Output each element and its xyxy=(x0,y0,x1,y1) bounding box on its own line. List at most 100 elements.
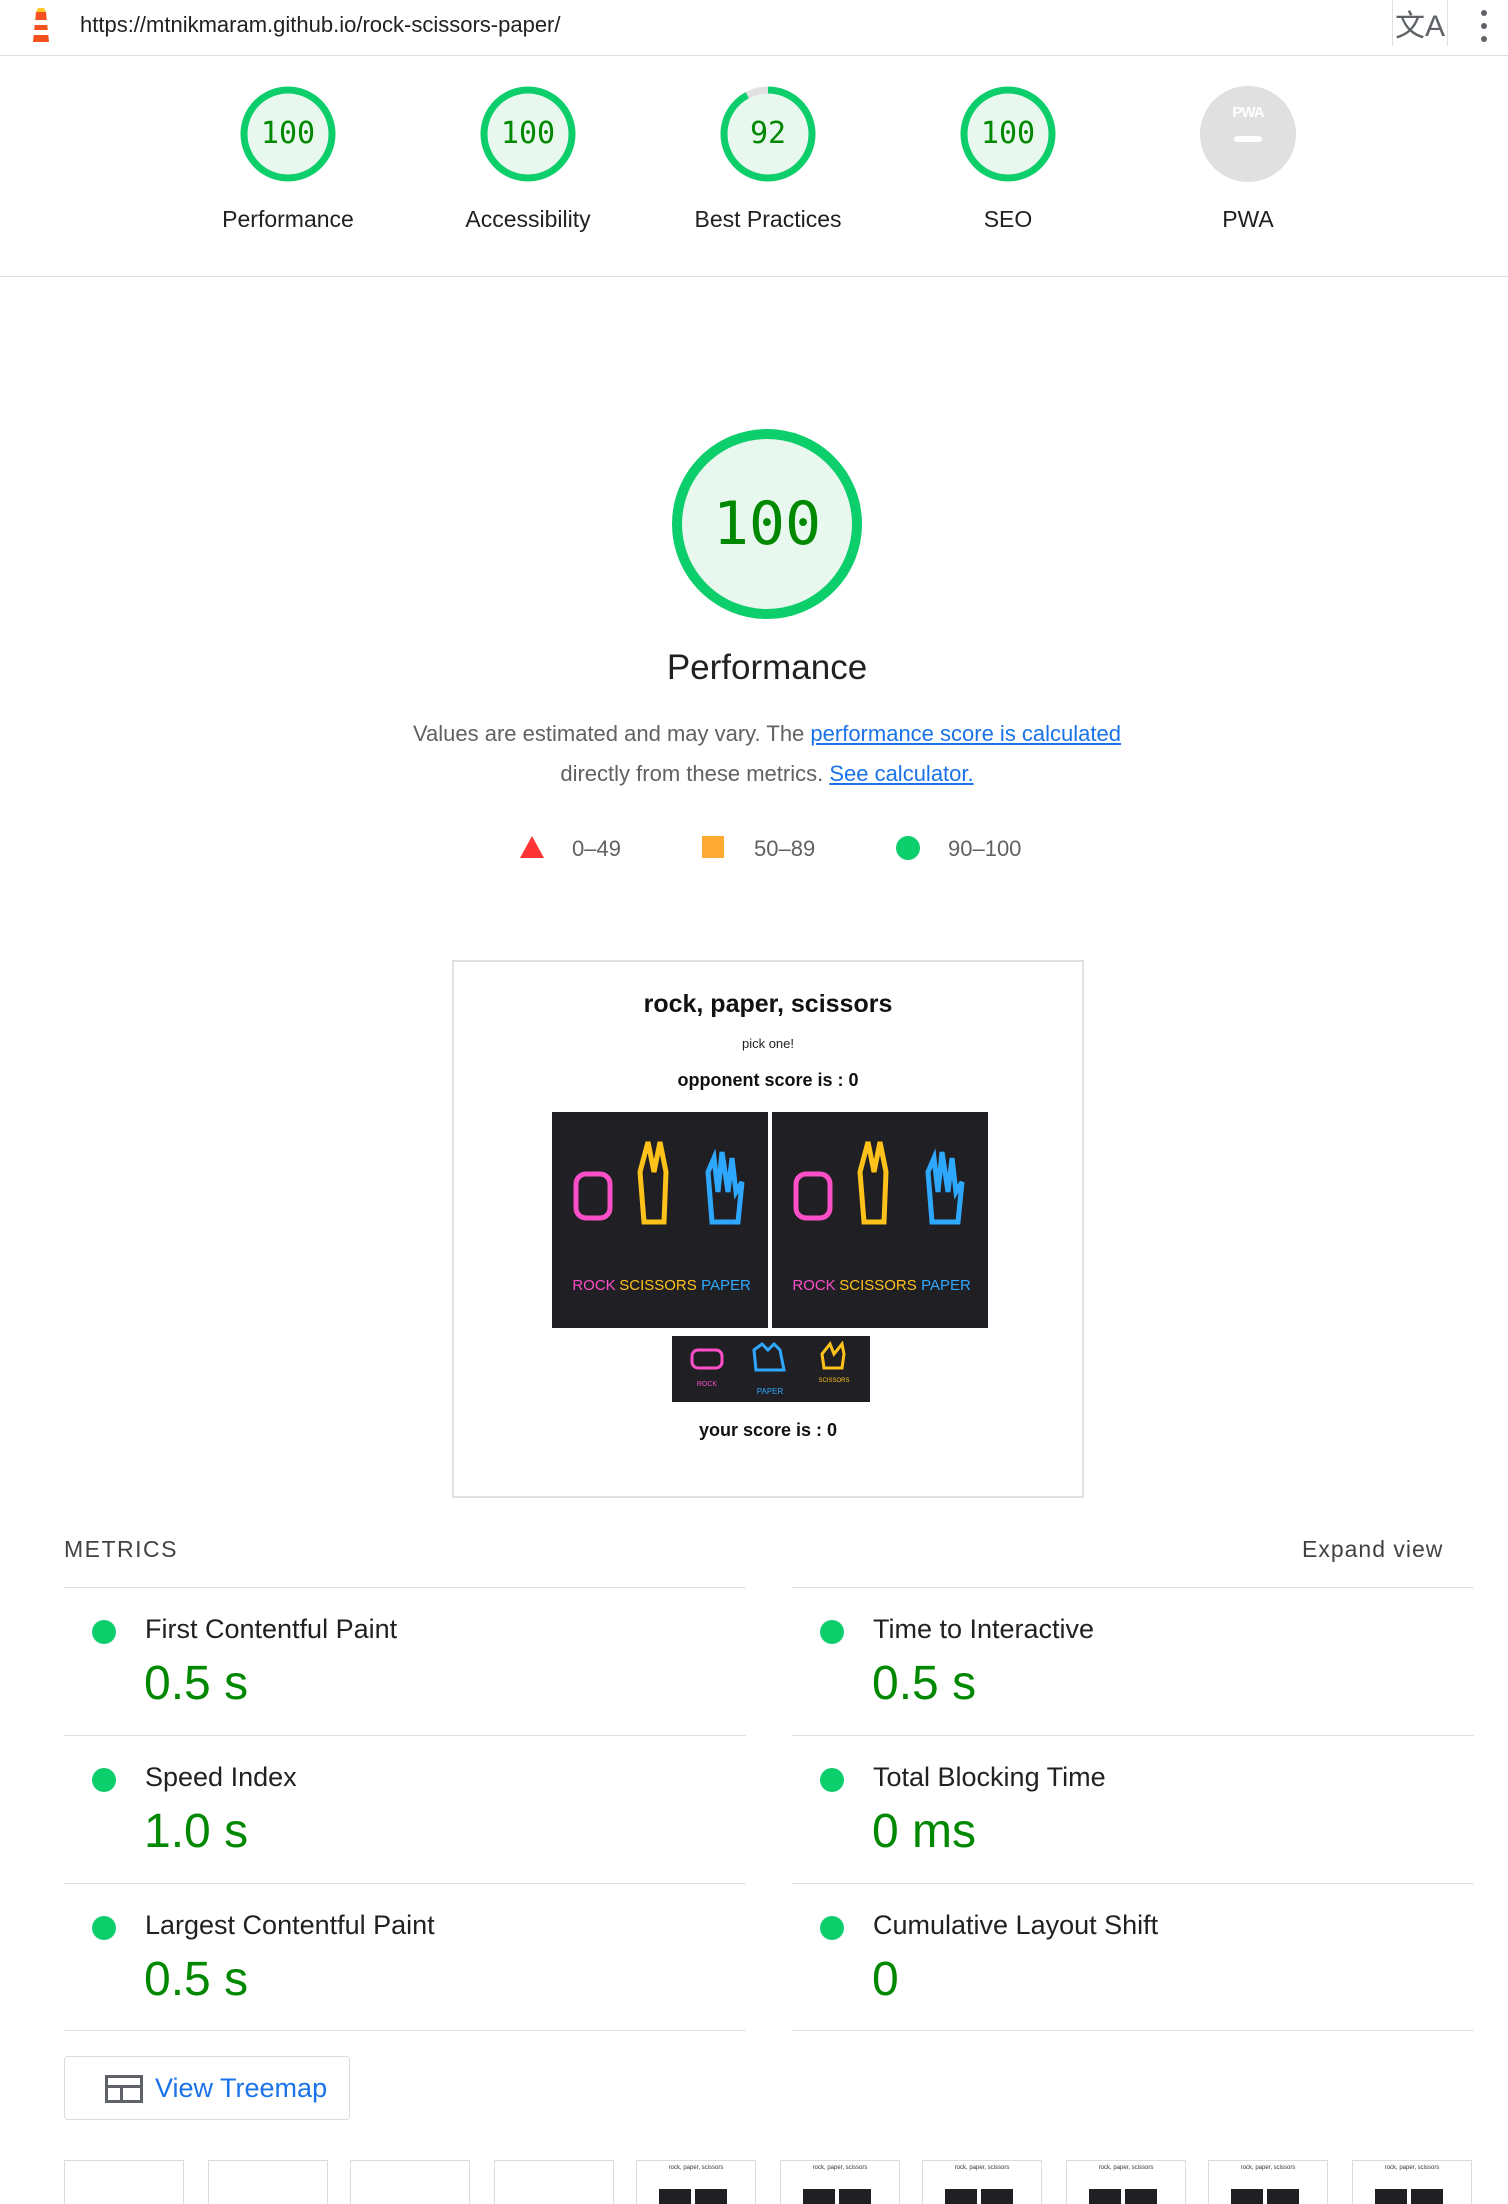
rock-hand-icon xyxy=(793,1171,833,1221)
paper-hand-icon xyxy=(925,1148,965,1225)
metric-title: Total Blocking Time xyxy=(873,1762,1106,1792)
thumb-image xyxy=(1411,2189,1443,2204)
filmstrip-frame xyxy=(64,2160,184,2204)
gauge-performance[interactable]: 100 Performance xyxy=(188,86,388,233)
performance-title: Performance xyxy=(666,648,868,687)
performance-description: Values are estimated and may vary. The p… xyxy=(0,714,1508,794)
thumb-image xyxy=(839,2189,871,2204)
page-url[interactable]: https://mtnikmaram.github.io/rock-scisso… xyxy=(80,12,561,38)
filmstrip-frame xyxy=(494,2160,614,2204)
metric-value: 0.5 s xyxy=(144,1953,249,2006)
thumb-caption: rock, paper, scissors xyxy=(1384,2165,1440,2171)
thumb-image xyxy=(803,2189,835,2204)
gauge-label: SEO xyxy=(983,206,1033,232)
gauge-score: 100 xyxy=(980,116,1036,151)
panel-label: PAPER xyxy=(701,1277,751,1294)
thumb-image xyxy=(1089,2189,1121,2204)
thumb-caption: rock, paper, scissors xyxy=(1098,2165,1154,2171)
triangle-icon xyxy=(520,836,544,858)
thumb-image xyxy=(1125,2189,1157,2204)
square-icon xyxy=(702,836,724,858)
metric-time-to-interactive: Time to Interactive 0.5 s xyxy=(792,1587,1474,1735)
thumb-image xyxy=(1267,2189,1299,2204)
category-summary: 100 Performance 100 Accessibility 92 Bes… xyxy=(0,56,1508,277)
metric-value: 1.0 s xyxy=(144,1805,249,1858)
thumb-image xyxy=(945,2189,977,2204)
strip-label: PAPER xyxy=(757,1387,784,1396)
gauge-label: Best Practices xyxy=(694,206,842,232)
filmstrip-frame: rock, paper, scissors xyxy=(780,2160,900,2204)
thumb-image xyxy=(981,2189,1013,2204)
score-calculated-link[interactable]: performance score is calculated xyxy=(810,721,1121,746)
hands-panel-left: ROCK SCISSORS PAPER xyxy=(552,1112,768,1328)
gauge-score: 92 xyxy=(749,116,787,151)
metric-title: Time to Interactive xyxy=(873,1614,1095,1644)
legend-label: 90–100 xyxy=(948,836,1022,861)
pass-circle-icon xyxy=(92,1768,116,1792)
thumb-caption: rock, paper, scissors xyxy=(1240,2165,1296,2171)
gauge-score: 100 xyxy=(260,116,316,151)
gauge-label: Performance xyxy=(222,206,354,232)
your-score: your score is : 0 xyxy=(698,1420,838,1440)
metric-cumulative-layout-shift: Cumulative Layout Shift 0 xyxy=(792,1883,1474,2031)
rock-hand-icon xyxy=(690,1348,724,1370)
metric-value: 0 ms xyxy=(872,1805,977,1858)
metric-total-blocking-time: Total Blocking Time 0 ms xyxy=(792,1735,1474,1883)
metrics-heading: METRICS xyxy=(64,1536,178,1562)
lighthouse-icon xyxy=(33,8,49,42)
gauge-best-practices[interactable]: 92 Best Practices xyxy=(668,86,868,233)
filmstrip-frame: rock, paper, scissors xyxy=(922,2160,1042,2204)
metric-value: 0.5 s xyxy=(144,1657,249,1710)
final-screenshot: rock, paper, scissors pick one! opponent… xyxy=(452,960,1084,1498)
view-treemap-button[interactable]: View Treemap xyxy=(64,2056,350,2120)
score-legend: 0–49 50–89 90–100 xyxy=(0,830,1508,861)
panel-label: ROCK xyxy=(792,1277,835,1294)
expand-view-toggle[interactable]: Expand view xyxy=(1302,1536,1443,1563)
address-bar: https://mtnikmaram.github.io/rock-scisso… xyxy=(0,0,1508,56)
more-menu-icon[interactable] xyxy=(1474,6,1494,46)
choice-strip: ROCK PAPER SCISSORS xyxy=(672,1336,870,1402)
gauge-label: PWA xyxy=(1222,206,1274,232)
paper-hand-icon xyxy=(752,1341,786,1372)
see-calculator-link[interactable]: See calculator. xyxy=(829,761,973,786)
pass-circle-icon xyxy=(820,1620,844,1644)
pwa-badge-icon xyxy=(1200,86,1296,182)
treemap-icon xyxy=(105,2075,143,2103)
gauge-accessibility[interactable]: 100 Accessibility xyxy=(428,86,628,233)
thumb-caption: rock, paper, scissors xyxy=(668,2165,724,2171)
performance-score: 100 xyxy=(712,489,822,559)
pass-circle-icon xyxy=(820,1916,844,1940)
panel-label: SCISSORS xyxy=(619,1277,697,1294)
metric-title: First Contentful Paint xyxy=(145,1614,398,1644)
translate-icon[interactable]: 文A xyxy=(1392,0,1448,46)
metric-value: 0 xyxy=(872,1953,899,2006)
pass-circle-icon xyxy=(820,1768,844,1792)
desc-text: directly from these metrics. xyxy=(560,761,830,786)
treemap-label: View Treemap xyxy=(155,2073,328,2103)
metric-title: Cumulative Layout Shift xyxy=(873,1910,1159,1940)
scissors-hand-icon xyxy=(857,1141,889,1225)
panel-label: ROCK xyxy=(572,1277,615,1294)
metric-title: Largest Contentful Paint xyxy=(145,1910,435,1940)
opponent-score: opponent score is : 0 xyxy=(677,1070,859,1090)
legend-label: 50–89 xyxy=(754,836,816,861)
filmstrip-frame xyxy=(208,2160,328,2204)
gauge-pwa[interactable]: PWA PWA xyxy=(1148,86,1348,233)
dash-icon xyxy=(1234,136,1262,142)
filmstrip-frame: rock, paper, scissors xyxy=(1208,2160,1328,2204)
circle-icon xyxy=(896,836,920,860)
screenshot-subtitle: pick one! xyxy=(741,1036,795,1051)
pwa-badge-text: PWA xyxy=(1232,104,1264,121)
metric-first-contentful-paint: First Contentful Paint 0.5 s xyxy=(64,1587,746,1735)
pass-circle-icon xyxy=(92,1620,116,1644)
scissors-hand-icon xyxy=(637,1141,669,1225)
panel-label: SCISSORS xyxy=(839,1277,917,1294)
desc-text: Values are estimated and may vary. The xyxy=(412,721,811,746)
legend-label: 0–49 xyxy=(572,836,621,861)
thumb-image xyxy=(659,2189,691,2204)
gauge-seo[interactable]: 100 SEO xyxy=(908,86,1108,233)
filmstrip-frame: rock, paper, scissors xyxy=(636,2160,756,2204)
filmstrip-frame: rock, paper, scissors xyxy=(1066,2160,1186,2204)
panel-label: PAPER xyxy=(921,1277,971,1294)
filmstrip-frame: rock, paper, scissors xyxy=(1352,2160,1472,2204)
